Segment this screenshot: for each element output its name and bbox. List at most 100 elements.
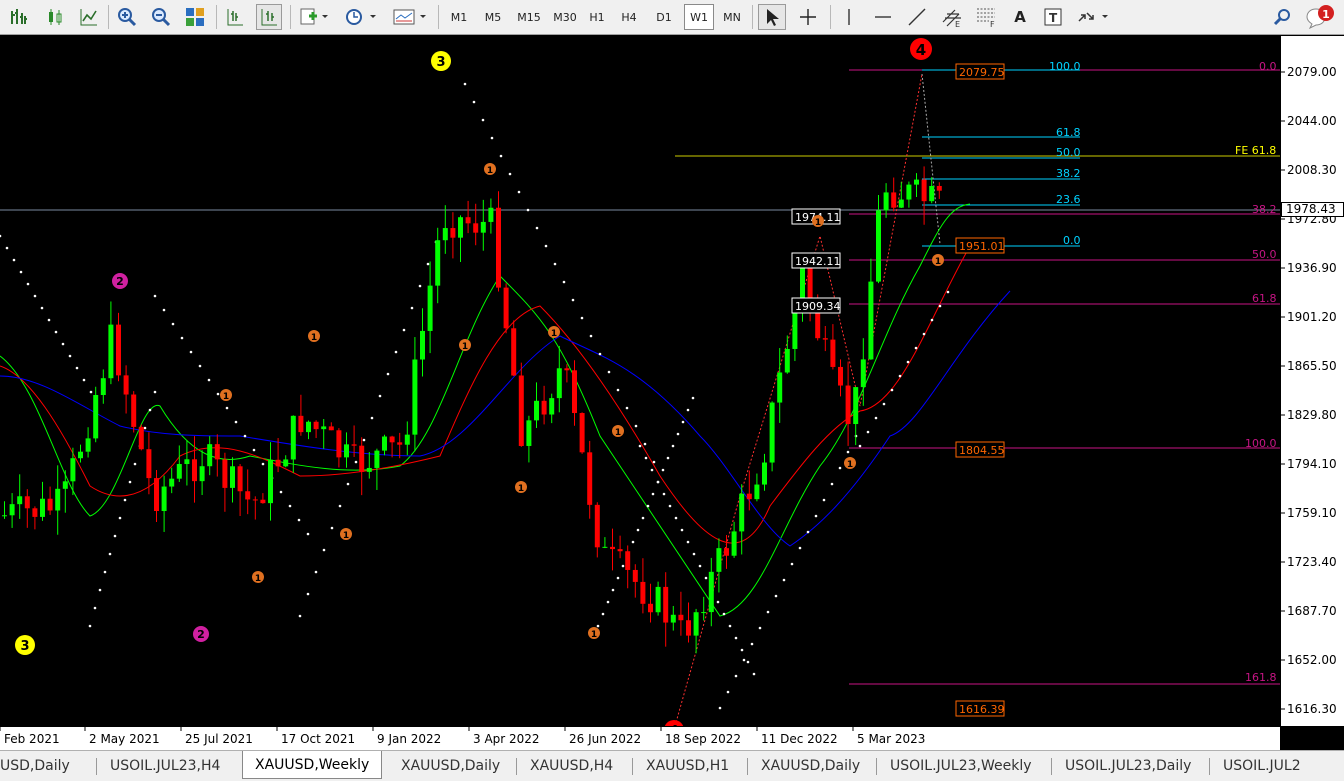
text-label-icon[interactable]: T bbox=[1040, 4, 1066, 30]
vertical-line-icon[interactable] bbox=[836, 4, 862, 30]
price-label-1723: 1723.40 bbox=[1287, 555, 1337, 569]
wave-marker-1: 1 bbox=[462, 342, 468, 352]
wave-marker-4-top: 4 bbox=[916, 41, 926, 59]
line-chart-icon[interactable] bbox=[76, 4, 102, 30]
time-label-dec-2022: 11 Dec 2022 bbox=[761, 732, 838, 746]
sar-dot bbox=[103, 570, 107, 574]
sar-dot bbox=[680, 528, 684, 532]
candle-body bbox=[503, 287, 509, 329]
candlestick-icon[interactable] bbox=[42, 4, 68, 30]
price-chart[interactable]: 100.0 61.8 50.0 38.2 23.6 0.0 0.0 38.2 5… bbox=[0, 36, 1280, 726]
new-indicator-icon[interactable] bbox=[296, 4, 332, 30]
tile-windows-icon[interactable] bbox=[182, 4, 208, 30]
timeframe-h1[interactable]: H1 bbox=[584, 4, 610, 30]
sar-dot bbox=[838, 466, 842, 470]
timeframe-h4[interactable]: H4 bbox=[616, 4, 642, 30]
candle-body bbox=[70, 458, 76, 482]
sar-dot bbox=[5, 246, 9, 250]
sar-dot bbox=[674, 516, 678, 520]
timeframe-w1[interactable]: W1 bbox=[684, 4, 714, 30]
tab-xauusd-daily[interactable]: XAUUSD,Daily bbox=[401, 754, 500, 778]
candle-body bbox=[192, 459, 197, 482]
sar-dot bbox=[746, 660, 750, 664]
periods-clock-icon[interactable] bbox=[342, 4, 380, 30]
cursor-icon[interactable] bbox=[758, 4, 786, 30]
templates-icon[interactable] bbox=[390, 4, 430, 30]
tab-xauusd-h4[interactable]: XAUUSD,H4 bbox=[530, 754, 613, 778]
arrows-icon[interactable] bbox=[1074, 4, 1114, 30]
tab-usoil-h4[interactable]: USOIL.JUL23,H4 bbox=[110, 754, 220, 778]
candle-body bbox=[541, 400, 547, 415]
sar-dot bbox=[162, 308, 166, 312]
candle-body bbox=[214, 444, 220, 460]
sar-dot bbox=[54, 330, 58, 334]
tab-usoil-daily[interactable]: USOIL.JUL23,Daily bbox=[1065, 754, 1191, 778]
search-icon[interactable] bbox=[1270, 4, 1296, 30]
candle-body bbox=[24, 496, 30, 509]
tab-xauusd-h1[interactable]: XAUUSD,H1 bbox=[646, 754, 729, 778]
candle-body bbox=[458, 217, 463, 238]
sar-dot bbox=[410, 306, 414, 310]
sar-dot bbox=[143, 426, 147, 430]
candle-body bbox=[298, 415, 304, 433]
sar-dot bbox=[616, 388, 620, 392]
sar-dot bbox=[601, 612, 605, 616]
fibonacci-icon[interactable]: F bbox=[972, 4, 1000, 30]
timeframe-m15[interactable]: M15 bbox=[512, 4, 546, 30]
wave-marker-1: 1 bbox=[223, 392, 229, 402]
sar-dot bbox=[611, 588, 615, 592]
candle-body bbox=[382, 436, 387, 451]
autoscroll-icon[interactable] bbox=[256, 4, 282, 30]
sar-dot bbox=[734, 636, 738, 640]
timeframe-m1[interactable]: M1 bbox=[444, 4, 474, 30]
sar-dot bbox=[33, 294, 37, 298]
tab-usoil-weekly[interactable]: USOIL.JUL23,Weekly bbox=[890, 754, 1032, 778]
price-label-2008: 2008.30 bbox=[1287, 163, 1337, 177]
candle-body bbox=[306, 421, 311, 433]
timeframe-d1[interactable]: D1 bbox=[650, 4, 678, 30]
crosshair-icon[interactable] bbox=[794, 4, 822, 30]
sar-dot bbox=[108, 552, 112, 556]
tab-usoil-truncated[interactable]: USOIL.JUL2 bbox=[1223, 754, 1301, 778]
svg-text:F: F bbox=[990, 20, 995, 28]
candle-body bbox=[876, 210, 881, 282]
time-label-jun-2022: 26 Jun 2022 bbox=[569, 732, 642, 746]
wave-marker-1: 1 bbox=[551, 329, 557, 339]
timeframe-m5[interactable]: M5 bbox=[478, 4, 508, 30]
ma-mid-line bbox=[0, 245, 971, 544]
time-label-mar-2023: 5 Mar 2023 bbox=[857, 732, 926, 746]
sar-dot bbox=[726, 690, 730, 694]
zoom-out-icon[interactable] bbox=[148, 4, 174, 30]
sar-dot bbox=[322, 548, 326, 552]
sar-dot bbox=[113, 534, 117, 538]
zoom-in-icon[interactable] bbox=[114, 4, 140, 30]
sar-dot bbox=[12, 258, 16, 262]
trendline-icon[interactable] bbox=[904, 4, 930, 30]
sar-dot bbox=[866, 430, 870, 434]
text-tool-icon[interactable]: A bbox=[1008, 4, 1032, 30]
tab-usd-daily[interactable]: USD,Daily bbox=[0, 754, 70, 778]
candle-body bbox=[78, 451, 83, 459]
horizontal-line-icon[interactable] bbox=[870, 4, 896, 30]
bar-chart-icon[interactable] bbox=[6, 4, 32, 30]
sar-dot bbox=[638, 444, 642, 448]
sar-dot bbox=[830, 482, 834, 486]
sar-dot bbox=[580, 316, 584, 320]
tab-xauusd-weekly[interactable]: XAUUSD,Weekly bbox=[242, 751, 383, 779]
sar-dot bbox=[354, 460, 358, 464]
sar-dot bbox=[740, 648, 744, 652]
tab-xauusd-daily-2[interactable]: XAUUSD,Daily bbox=[761, 754, 860, 778]
candle-body bbox=[845, 385, 851, 425]
candle-body bbox=[701, 612, 707, 614]
sar-dot bbox=[298, 614, 302, 618]
sar-dot bbox=[306, 532, 310, 536]
timeframe-mn[interactable]: MN bbox=[718, 4, 746, 30]
sar-dot bbox=[774, 594, 778, 598]
timeframe-m30[interactable]: M30 bbox=[548, 4, 582, 30]
equidistant-channel-icon[interactable]: E bbox=[938, 4, 966, 30]
notifications-icon[interactable]: 1 bbox=[1304, 4, 1338, 30]
ma-slow-line bbox=[0, 290, 1011, 547]
candle-body bbox=[632, 569, 638, 582]
chart-shift-icon[interactable] bbox=[222, 4, 248, 30]
candle-body bbox=[397, 442, 403, 445]
